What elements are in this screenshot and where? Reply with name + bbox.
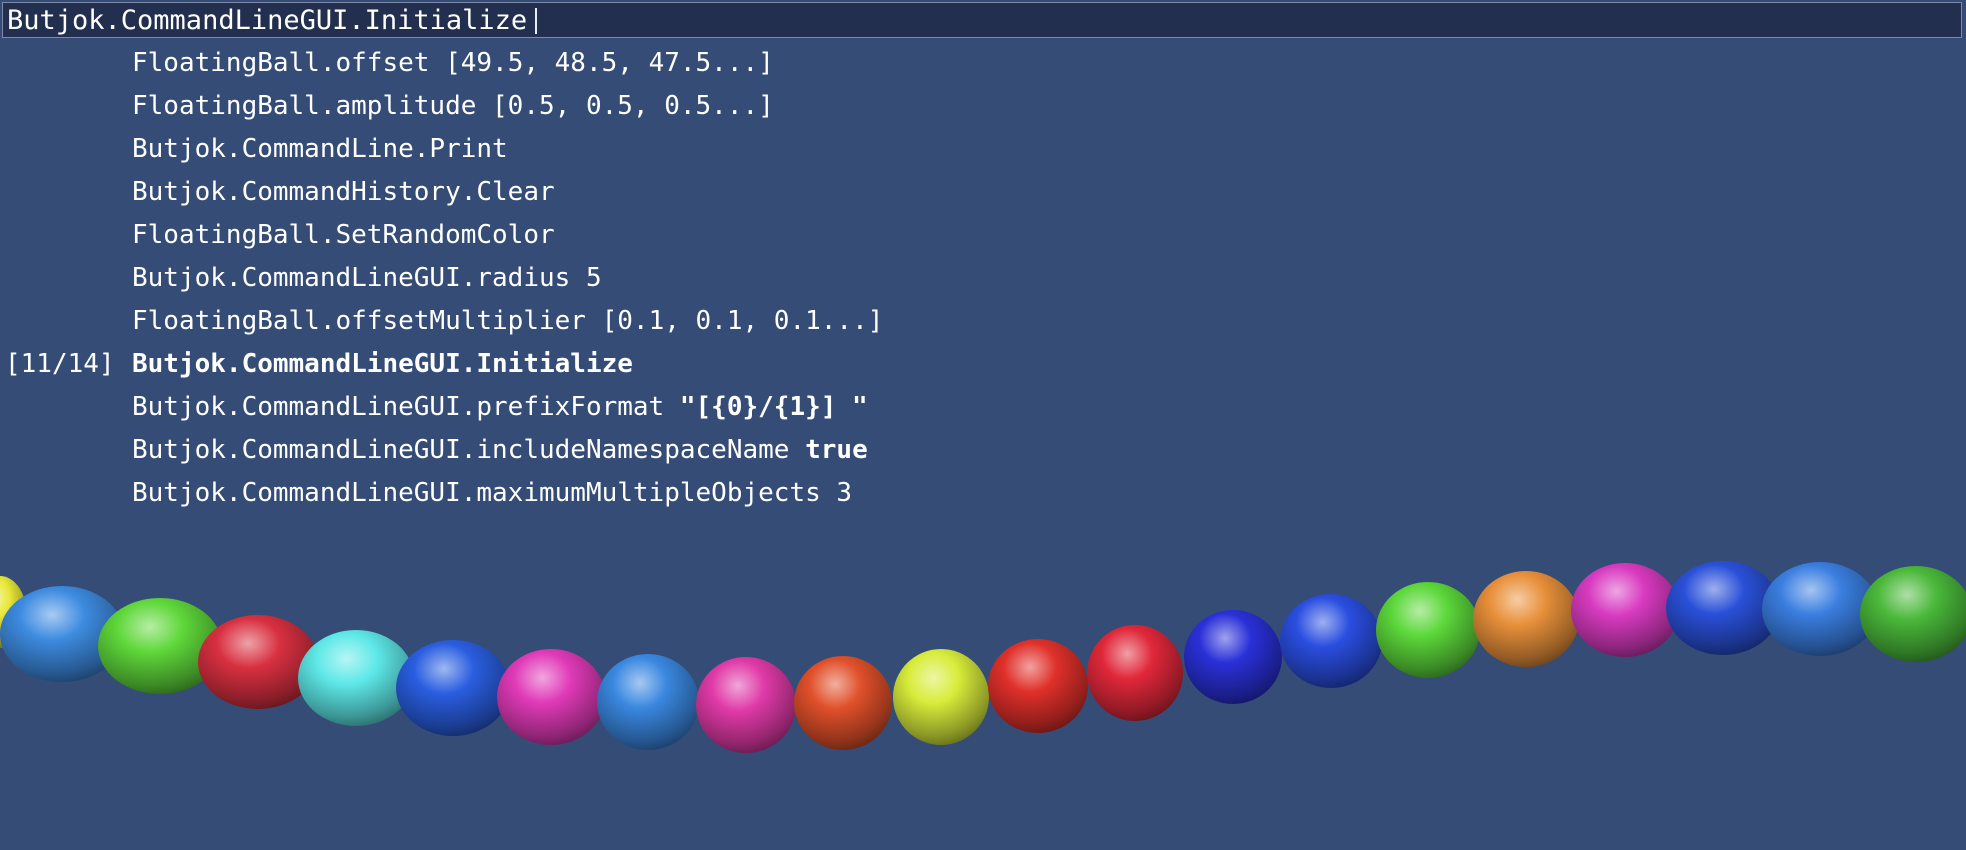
floating-ball xyxy=(597,654,699,750)
history-item-command: Butjok.CommandLineGUI.Initialize xyxy=(132,349,633,379)
floating-ball xyxy=(497,649,605,745)
history-item-command: Butjok.CommandHistory.Clear xyxy=(132,177,555,207)
floating-ball xyxy=(1184,610,1282,704)
history-item-command: FloatingBall.offset xyxy=(132,48,430,78)
history-item-command: FloatingBall.offsetMultiplier xyxy=(132,306,586,336)
command-input[interactable]: Butjok.CommandLineGUI.Initialize xyxy=(7,5,527,37)
history-item[interactable]: FloatingBall.SetRandomColor xyxy=(0,218,1000,261)
floating-ball xyxy=(988,639,1088,733)
floating-ball xyxy=(198,615,318,709)
history-item-value: [0.1, 0.1, 0.1...] xyxy=(601,306,884,336)
history-item-selected[interactable]: [11/14] Butjok.CommandLineGUI.Initialize xyxy=(0,347,1000,390)
floating-ball xyxy=(1571,563,1679,657)
history-item-command: FloatingBall.amplitude xyxy=(132,91,477,121)
history-item-command: Butjok.CommandLineGUI.prefixFormat xyxy=(132,392,665,422)
floating-ball xyxy=(696,657,796,753)
history-item-value: 5 xyxy=(585,263,602,293)
history-item-command: Butjok.CommandLine.Print xyxy=(132,134,508,164)
balls-group xyxy=(0,561,1966,753)
history-item-value: true xyxy=(805,435,868,465)
floating-ball xyxy=(893,649,989,745)
history-item[interactable]: FloatingBall.offset [49.5, 48.5, 47.5...… xyxy=(0,46,1000,89)
floating-ball xyxy=(298,630,414,726)
command-line-bar[interactable]: Butjok.CommandLineGUI.Initialize xyxy=(2,2,1962,38)
history-item[interactable]: Butjok.CommandLineGUI.radius 5 xyxy=(0,261,1000,304)
command-history-list: FloatingBall.offset [49.5, 48.5, 47.5...… xyxy=(0,46,1000,519)
floating-ball xyxy=(1473,571,1579,667)
history-item-command: Butjok.CommandLineGUI.radius xyxy=(132,263,571,293)
history-item-command: Butjok.CommandLineGUI.includeNamespaceNa… xyxy=(132,435,790,465)
history-item[interactable]: Butjok.CommandLineGUI.includeNamespaceNa… xyxy=(0,433,1000,476)
history-item[interactable]: Butjok.CommandLineGUI.maximumMultipleObj… xyxy=(0,476,1000,519)
history-item[interactable]: Butjok.CommandLineGUI.prefixFormat "[{0}… xyxy=(0,390,1000,433)
floating-ball xyxy=(1280,594,1382,688)
floating-ball xyxy=(1860,566,1966,662)
history-item-value: 3 xyxy=(836,478,853,508)
text-caret xyxy=(535,8,537,34)
history-item[interactable]: FloatingBall.amplitude [0.5, 0.5, 0.5...… xyxy=(0,89,1000,132)
floating-ball xyxy=(794,656,892,750)
history-item[interactable]: FloatingBall.offsetMultiplier [0.1, 0.1,… xyxy=(0,304,1000,347)
floating-ball xyxy=(1376,582,1480,678)
history-item-value: [49.5, 48.5, 47.5...] xyxy=(445,48,774,78)
history-item[interactable]: Butjok.CommandLine.Print xyxy=(0,132,1000,175)
history-item-value: [0.5, 0.5, 0.5...] xyxy=(492,91,774,121)
history-item[interactable]: Butjok.CommandHistory.Clear xyxy=(0,175,1000,218)
floating-ball xyxy=(396,640,510,736)
history-item-value: "[{0}/{1}] " xyxy=(679,392,868,422)
history-item-command: Butjok.CommandLineGUI.maximumMultipleObj… xyxy=(132,478,821,508)
history-item-command: FloatingBall.SetRandomColor xyxy=(132,220,555,250)
floating-ball xyxy=(1087,625,1183,721)
history-item-prefix: [11/14] xyxy=(5,349,115,379)
